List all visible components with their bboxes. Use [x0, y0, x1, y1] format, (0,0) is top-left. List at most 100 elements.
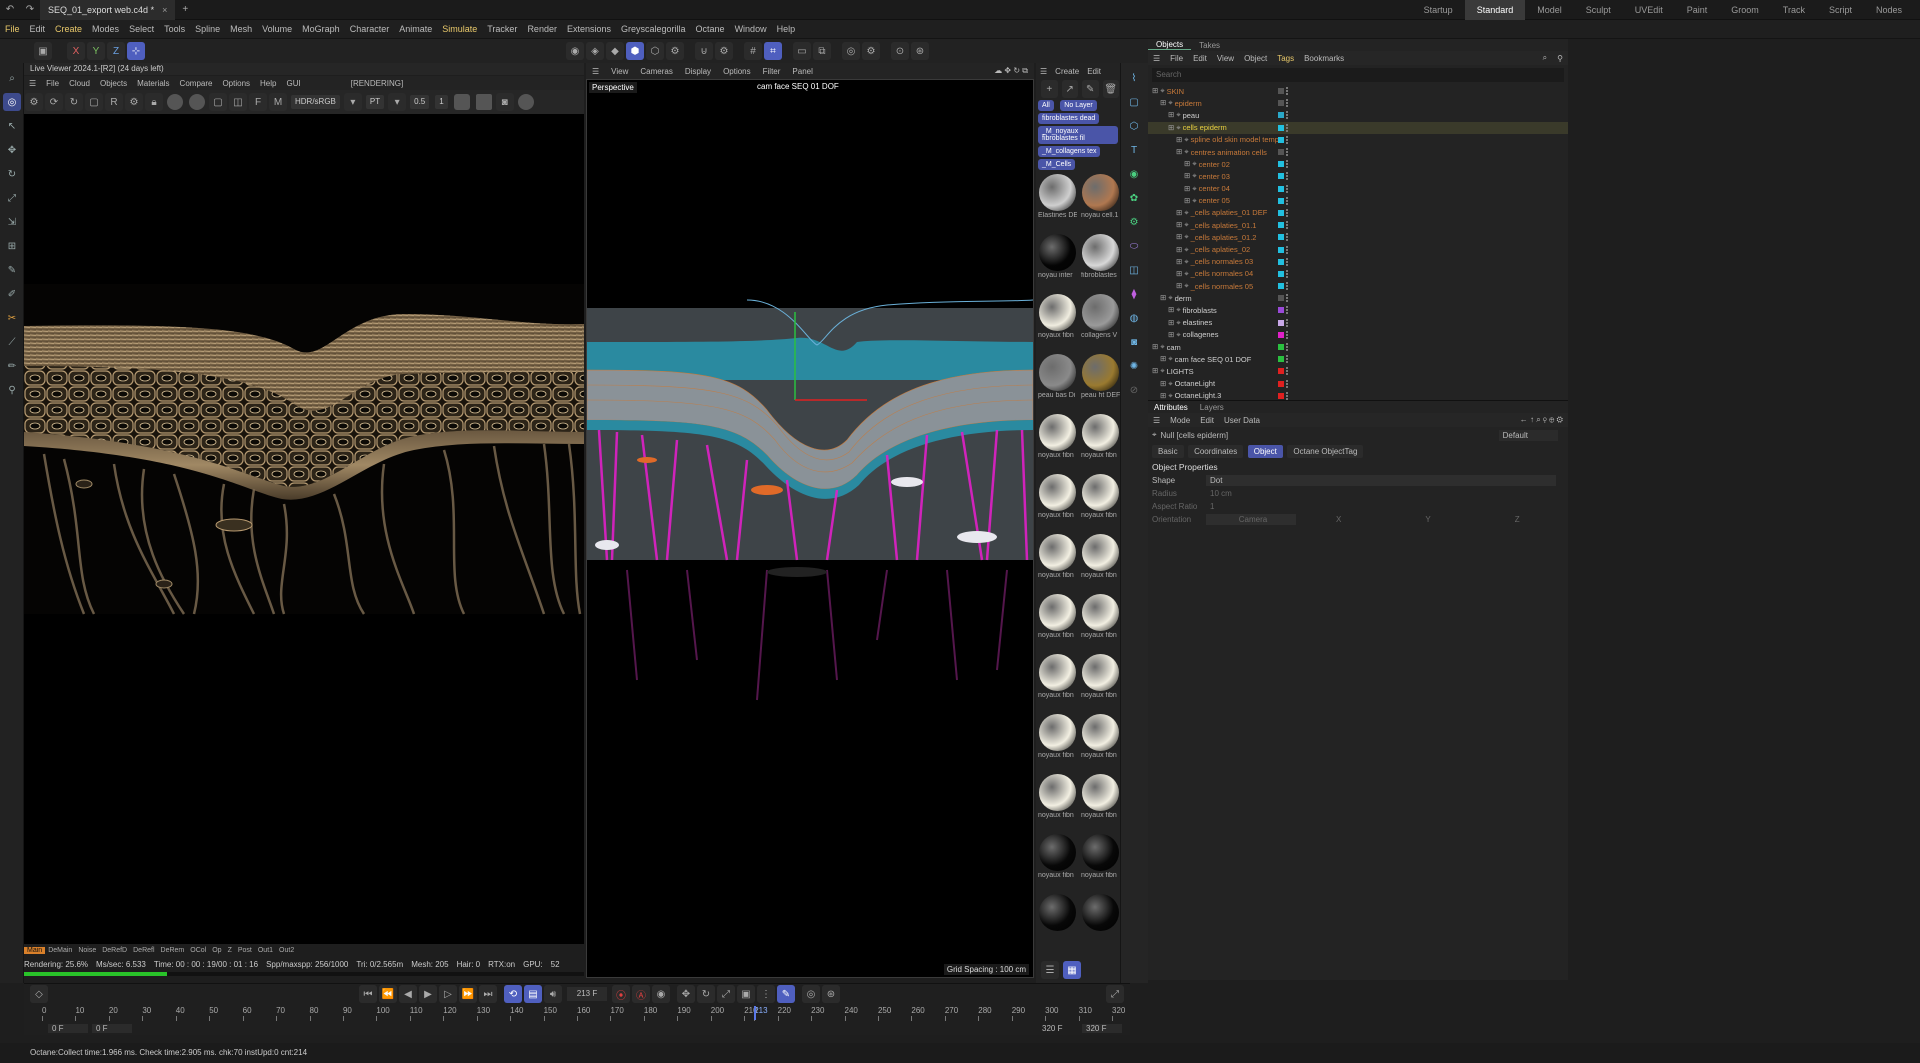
pass-out2[interactable]: Out2	[276, 947, 297, 954]
pass-derefl[interactable]: DeRefl	[130, 947, 157, 954]
filter-icon[interactable]: ⚲	[1552, 54, 1568, 63]
max-frame-field[interactable]: 320 F	[1082, 1023, 1122, 1033]
visibility-dots[interactable]	[1286, 208, 1289, 217]
pass-derem[interactable]: DeRem	[158, 947, 188, 954]
object-row[interactable]: ⊞ ⌖ _cells aplaties_01.2	[1148, 231, 1568, 243]
picker-icon[interactable]: ✎	[1082, 80, 1099, 98]
generator-icon[interactable]: ◉	[1125, 165, 1143, 183]
kernel-dropdown-icon[interactable]: ▾	[388, 93, 407, 111]
live-viewer-render[interactable]	[24, 114, 584, 944]
next-frame-icon[interactable]: ▷	[439, 985, 457, 1003]
layout-model[interactable]: Model	[1525, 0, 1574, 20]
hamburger-icon[interactable]: ☰	[24, 79, 41, 88]
layer-color-swatch[interactable]	[1278, 295, 1284, 302]
playhead[interactable]	[754, 1006, 757, 1020]
object-search-input[interactable]: Search	[1152, 68, 1564, 82]
grid-view-icon[interactable]: ▦	[1063, 961, 1081, 979]
playback-settings-icon[interactable]: ⊙	[891, 42, 909, 60]
lv-menu-cloud[interactable]: Cloud	[64, 79, 95, 88]
sketch-icon[interactable]: ✐	[3, 285, 21, 303]
preset-select[interactable]: Default	[1498, 429, 1558, 441]
object-row[interactable]: ⊞ ⌖ peau	[1148, 109, 1568, 121]
material-swatch[interactable]: noyaux fibn	[1081, 473, 1120, 531]
visibility-dots[interactable]	[1286, 135, 1289, 144]
rotate-key-icon[interactable]: ↻	[697, 985, 715, 1003]
visibility-dots[interactable]	[1286, 196, 1289, 205]
keyframe-selection-icon[interactable]: ◉	[652, 985, 670, 1003]
obj-menu-tags[interactable]: Tags	[1272, 54, 1299, 63]
nav-arrows-icon[interactable]: ← ↑ ⌕ ⚲ ⊕ ⚙	[1515, 415, 1568, 425]
stop-render-icon[interactable]: ▢	[85, 93, 103, 111]
render-view-icon[interactable]: ▭	[793, 42, 811, 60]
material-tag[interactable]: _M_noyaux fibroblastes fil	[1038, 126, 1118, 144]
scale-icon[interactable]: ⤢	[3, 189, 21, 207]
visibility-dots[interactable]	[1286, 379, 1289, 388]
zoom-field[interactable]: 1	[435, 95, 448, 109]
attr-menu-edit[interactable]: Edit	[1195, 416, 1219, 425]
layer-color-swatch[interactable]	[1278, 283, 1284, 290]
snap-move-icon[interactable]: ⊞	[3, 237, 21, 255]
scale-key-icon[interactable]: ⤢	[717, 985, 735, 1003]
visibility-dots[interactable]	[1286, 282, 1289, 291]
material-swatch[interactable]: noyaux fibn	[1038, 593, 1077, 651]
material-swatch[interactable]: noyaux fibn	[1038, 833, 1077, 891]
vp-menu-display[interactable]: Display	[679, 67, 717, 76]
layout-paint[interactable]: Paint	[1675, 0, 1720, 20]
material-tag[interactable]: fibroblastes dead	[1038, 113, 1100, 124]
zoom-icon[interactable]: ⌕	[3, 69, 21, 87]
play-icon[interactable]: ▶	[419, 985, 437, 1003]
vp-menu-view[interactable]: View	[605, 67, 634, 76]
menu-modes[interactable]: Modes	[87, 20, 124, 39]
keyframe-icon[interactable]: ◇	[30, 985, 48, 1003]
material-swatch[interactable]: collagens V	[1081, 293, 1120, 351]
redo-icon[interactable]: ↷	[21, 1, 39, 19]
object-row[interactable]: ⊞ ⌖ center 03	[1148, 170, 1568, 182]
material-swatch[interactable]: noyaux fibn	[1081, 533, 1120, 591]
layout-startup[interactable]: Startup	[1412, 0, 1465, 20]
layer-color-swatch[interactable]	[1278, 392, 1284, 399]
arrow-icon[interactable]: ↗	[1061, 80, 1078, 98]
visibility-dots[interactable]	[1286, 294, 1289, 303]
mat-menu-edit[interactable]: Edit	[1083, 67, 1105, 76]
visibility-dots[interactable]	[1286, 330, 1289, 339]
tab-layers[interactable]: Layers	[1194, 403, 1230, 412]
mat-menu-create[interactable]: Create	[1051, 67, 1083, 76]
spline-icon[interactable]: ⌇	[1125, 69, 1143, 87]
layout-standard[interactable]: Standard	[1464, 0, 1526, 20]
viewport-solo-icon[interactable]: ⊛	[911, 42, 929, 60]
pass-op[interactable]: Op	[209, 947, 224, 954]
menu-greyscalegorilla[interactable]: Greyscalegorilla	[616, 20, 691, 39]
visibility-dots[interactable]	[1286, 269, 1289, 278]
light-icon[interactable]: ✺	[1125, 357, 1143, 375]
layout-groom[interactable]: Groom	[1719, 0, 1771, 20]
object-row[interactable]: ⊞ ⌖ collagenes	[1148, 329, 1568, 341]
min-frame-field[interactable]: 0 F	[48, 1023, 88, 1033]
aspect-field[interactable]: 1	[1206, 501, 1246, 512]
deformer-icon[interactable]: ⬭	[1125, 237, 1143, 255]
vp-menu-filter[interactable]: Filter	[757, 67, 787, 76]
axis-y-button[interactable]: Y	[87, 42, 105, 60]
layer-color-swatch[interactable]	[1278, 209, 1284, 216]
key-settings-icon[interactable]: ⊛	[822, 985, 840, 1003]
material-swatch[interactable]	[1081, 893, 1120, 951]
brush-icon[interactable]: ✏	[3, 357, 21, 375]
mode-texture-icon[interactable]: ⬡	[646, 42, 664, 60]
layer-color-swatch[interactable]	[1278, 344, 1284, 351]
text-icon[interactable]: T	[1125, 141, 1143, 159]
obj-menu-object[interactable]: Object	[1239, 54, 1272, 63]
next-key-icon[interactable]: ⏩	[459, 985, 477, 1003]
active-camera-label[interactable]: cam face SEQ 01 DOF	[757, 82, 839, 91]
object-row[interactable]: ⊞ ⌖ _cells aplaties_02	[1148, 243, 1568, 255]
snap-settings-icon[interactable]: ⚙	[715, 42, 733, 60]
object-row[interactable]: ⊞ ⌖ epiderm	[1148, 97, 1568, 109]
trash-icon[interactable]: 🗑︎	[1102, 80, 1119, 98]
visibility-dots[interactable]	[1286, 123, 1289, 132]
magnet-tool-icon[interactable]: ⚲	[3, 381, 21, 399]
pass-noise[interactable]: Noise	[75, 947, 99, 954]
preview-max-field[interactable]: 320 F	[1038, 1024, 1078, 1033]
visibility-dots[interactable]	[1286, 233, 1289, 242]
pass-derefd[interactable]: DeRefD	[99, 947, 130, 954]
mode-edges-icon[interactable]: ◈	[586, 42, 604, 60]
viewport-3d[interactable]: Perspective cam face SEQ 01 DOF Grid Spa…	[586, 79, 1034, 978]
layout-track[interactable]: Track	[1771, 0, 1817, 20]
